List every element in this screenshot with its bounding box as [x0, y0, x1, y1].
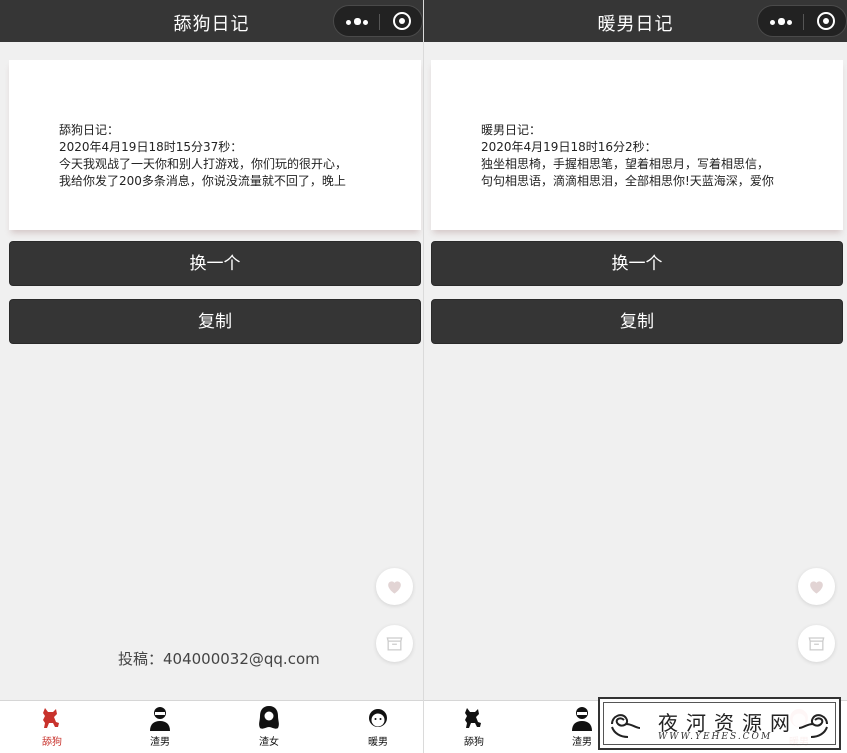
navigation-bar: 舔狗日记: [0, 0, 423, 42]
swirl-ornament-icon: [611, 714, 641, 738]
diary-text: 暖男日记： 2020年4月19日18时16分2秒： 独坐相思椅，手握相思笔，望着…: [481, 122, 801, 190]
store-icon: [808, 637, 825, 651]
more-options-icon[interactable]: [770, 18, 792, 25]
watermark-url: WWW.YEHES.COM: [658, 732, 773, 742]
diary-card: 暖男日记： 2020年4月19日18时16分2秒： 独坐相思椅，手握相思笔，望着…: [431, 60, 843, 230]
panel-lick-dog-diary: 舔狗日记 舔狗日记： 2020年4月19日18时15分37秒： 今天我观战了一天…: [0, 0, 423, 753]
change-another-button[interactable]: 换一个: [431, 241, 843, 286]
diary-line: 句句相思语，滴滴相思泪，全部相思你!天蓝海深，爱你: [481, 174, 774, 188]
diary-line: 2020年4月19日18时16分2秒：: [481, 140, 657, 154]
mini-program-capsule: [757, 5, 847, 37]
diary-line: 2020年4月19日18时15分37秒：: [59, 140, 243, 154]
like-button[interactable]: [376, 568, 413, 605]
panel-warm-man-diary: 暖男日记 暖男日记： 2020年4月19日18时16分2秒： 独坐相思椅，手握相…: [424, 0, 847, 753]
tab-bar: 舔狗 渣男 渣女 暖男: [0, 700, 423, 753]
close-mini-program-icon[interactable]: [817, 12, 835, 30]
swirl-ornament-icon: [798, 714, 828, 738]
like-button[interactable]: [798, 568, 835, 605]
more-options-icon[interactable]: [346, 18, 368, 25]
diary-text: 舔狗日记： 2020年4月19日18时15分37秒： 今天我观战了一天你和别人打…: [59, 122, 379, 190]
contribution-email: 投稿：404000032@qq.com: [118, 650, 320, 668]
bad-woman-icon: [259, 706, 279, 729]
screenshot-root: 舔狗日记 舔狗日记： 2020年4月19日18时15分37秒： 今天我观战了一天…: [0, 0, 847, 753]
tab-lick-dog[interactable]: 舔狗: [22, 701, 82, 753]
tab-bad-man[interactable]: 渣男: [130, 701, 190, 753]
store-button[interactable]: [798, 625, 835, 662]
dog-icon: [465, 708, 481, 728]
site-watermark: 夜河资源网 WWW.YEHES.COM: [598, 697, 841, 750]
bad-man-icon: [572, 707, 592, 731]
diary-line: 独坐相思椅，手握相思笔，望着相思月，写着相思信，: [481, 157, 770, 171]
change-another-button[interactable]: 换一个: [9, 241, 421, 286]
capsule-divider: [803, 14, 804, 30]
bad-man-icon: [150, 707, 170, 731]
dog-icon: [43, 708, 59, 728]
heart-icon: [388, 581, 401, 594]
tab-warm-man[interactable]: 暖男: [348, 701, 408, 753]
diary-line: 我给你发了200多条消息，你说没流量就不回了，晚上: [59, 174, 346, 188]
close-mini-program-icon[interactable]: [393, 12, 411, 30]
mini-program-capsule: [333, 5, 423, 37]
store-icon: [386, 637, 403, 651]
diary-line: 舔狗日记：: [59, 123, 120, 137]
copy-button[interactable]: 复制: [431, 299, 843, 344]
capsule-divider: [379, 14, 380, 30]
copy-button[interactable]: 复制: [9, 299, 421, 344]
diary-card: 舔狗日记： 2020年4月19日18时15分37秒： 今天我观战了一天你和别人打…: [9, 60, 421, 230]
tab-lick-dog[interactable]: 舔狗: [444, 701, 504, 753]
heart-icon: [810, 581, 823, 594]
store-button[interactable]: [376, 625, 413, 662]
navigation-bar: 暖男日记: [424, 0, 847, 42]
diary-line: 今天我观战了一天你和别人打游戏，你们玩的很开心，: [59, 157, 348, 171]
diary-line: 暖男日记：: [481, 123, 542, 137]
warm-man-icon: [369, 709, 387, 727]
tab-bad-woman[interactable]: 渣女: [239, 701, 299, 753]
